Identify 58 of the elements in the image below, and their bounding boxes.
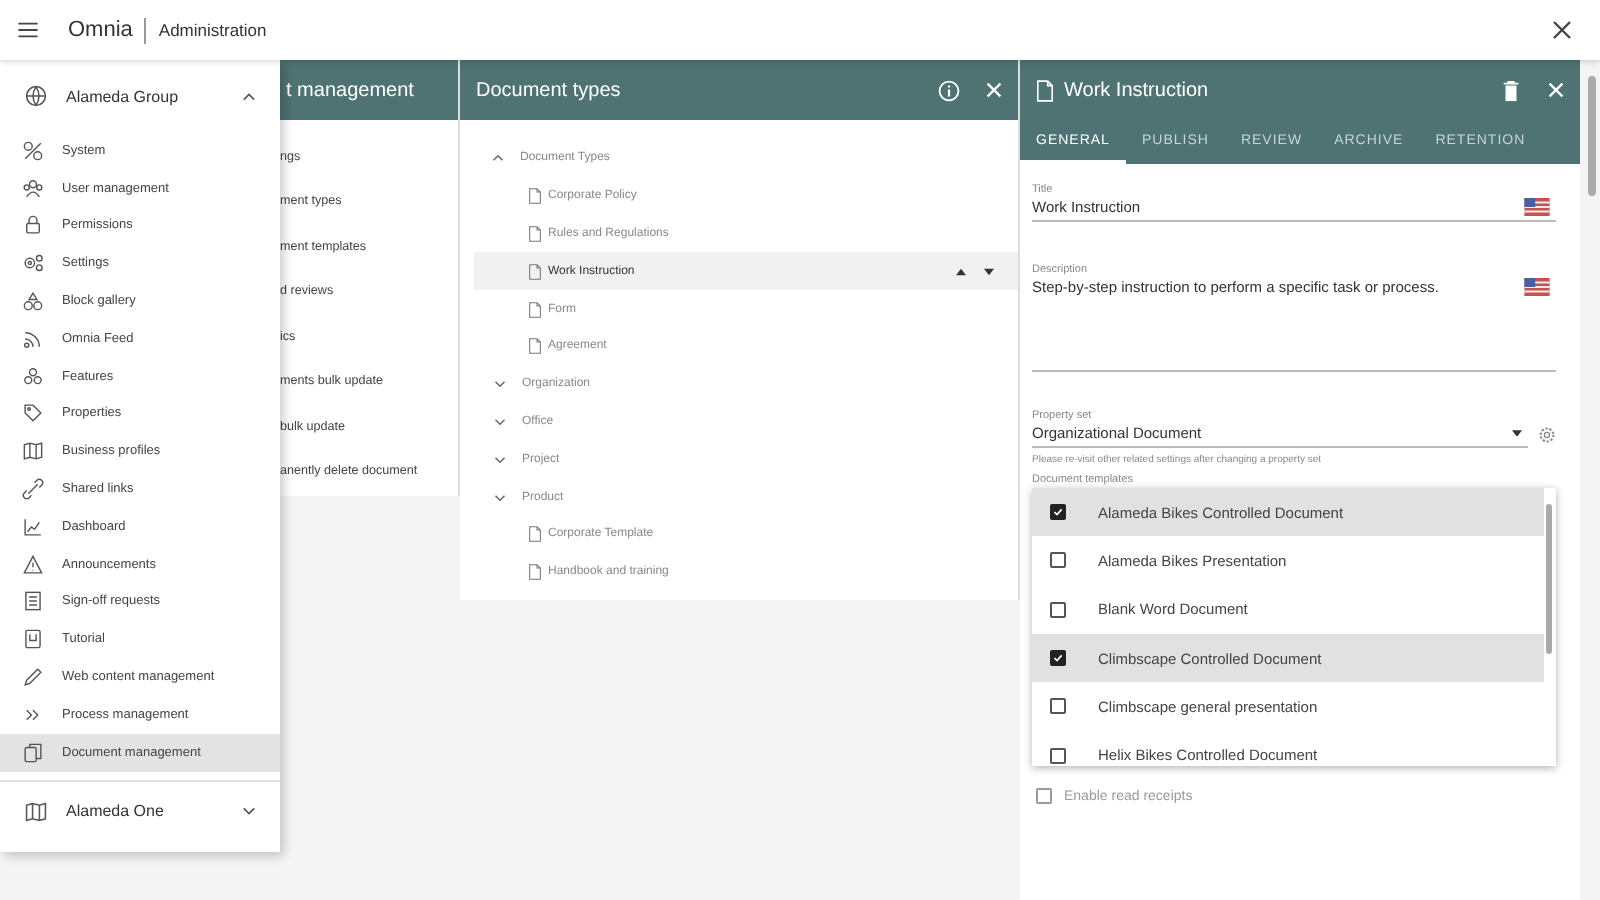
document-icon [528,188,542,205]
checkbox[interactable] [1050,601,1066,618]
trash-icon[interactable] [1500,79,1522,101]
panel-title: t management [286,79,414,101]
nav-icon [22,628,44,651]
checkbox[interactable] [1050,650,1066,667]
close-icon[interactable] [1552,20,1572,40]
nav-icon [22,365,44,388]
menu-icon[interactable] [18,22,38,38]
nav-icon [22,327,44,350]
nav-icon [22,440,44,463]
nav-icon [22,177,44,200]
panel-title: Document types [476,79,621,101]
document-icon [528,564,542,581]
document-icon [528,338,542,355]
document-icon [528,225,542,242]
nav-icon [22,290,44,313]
chevron-down-icon [494,455,506,464]
nav-icon [22,139,44,162]
nav-icon [22,252,44,275]
info-icon[interactable] [938,79,960,101]
group-label: Alameda One [66,802,166,821]
settings-icon[interactable] [1538,426,1556,444]
document-icon [528,526,542,543]
checkbox[interactable] [1050,552,1066,569]
nav-icon [22,666,44,689]
document-icon [528,263,542,280]
chevron-up-icon [492,154,504,163]
checkbox[interactable] [1050,747,1066,764]
move-up-icon[interactable] [956,267,966,276]
nav-icon [22,402,44,425]
globe-icon [24,84,48,108]
map-icon [24,799,48,824]
flag-icon[interactable] [1524,198,1550,216]
nav-icon [22,515,44,538]
chevron-down-icon [242,806,256,817]
move-down-icon[interactable] [984,267,994,276]
panel-title: Work Instruction [1064,79,1209,101]
group-header[interactable]: Alameda Group [0,60,280,132]
chevron-down-icon [494,493,506,502]
document-icon [1036,79,1054,101]
checkbox[interactable] [1050,504,1066,521]
chevron-down-icon [494,417,506,426]
nav-icon [22,214,44,237]
flag-icon[interactable] [1524,278,1550,296]
group-label: Alameda Group [66,87,181,105]
section-title: Administration [158,20,267,40]
document-icon [528,301,542,318]
checkbox[interactable] [1050,698,1066,715]
nav-icon [22,741,44,764]
group-header[interactable]: Alameda One [0,779,280,842]
chevron-down-icon [494,380,506,389]
nav-icon [22,478,44,501]
chevron-up-icon [242,91,256,101]
nav-icon [22,553,44,576]
nav-icon [22,590,44,613]
caret-icon [1512,429,1522,437]
brand-name: Omnia [68,18,133,42]
